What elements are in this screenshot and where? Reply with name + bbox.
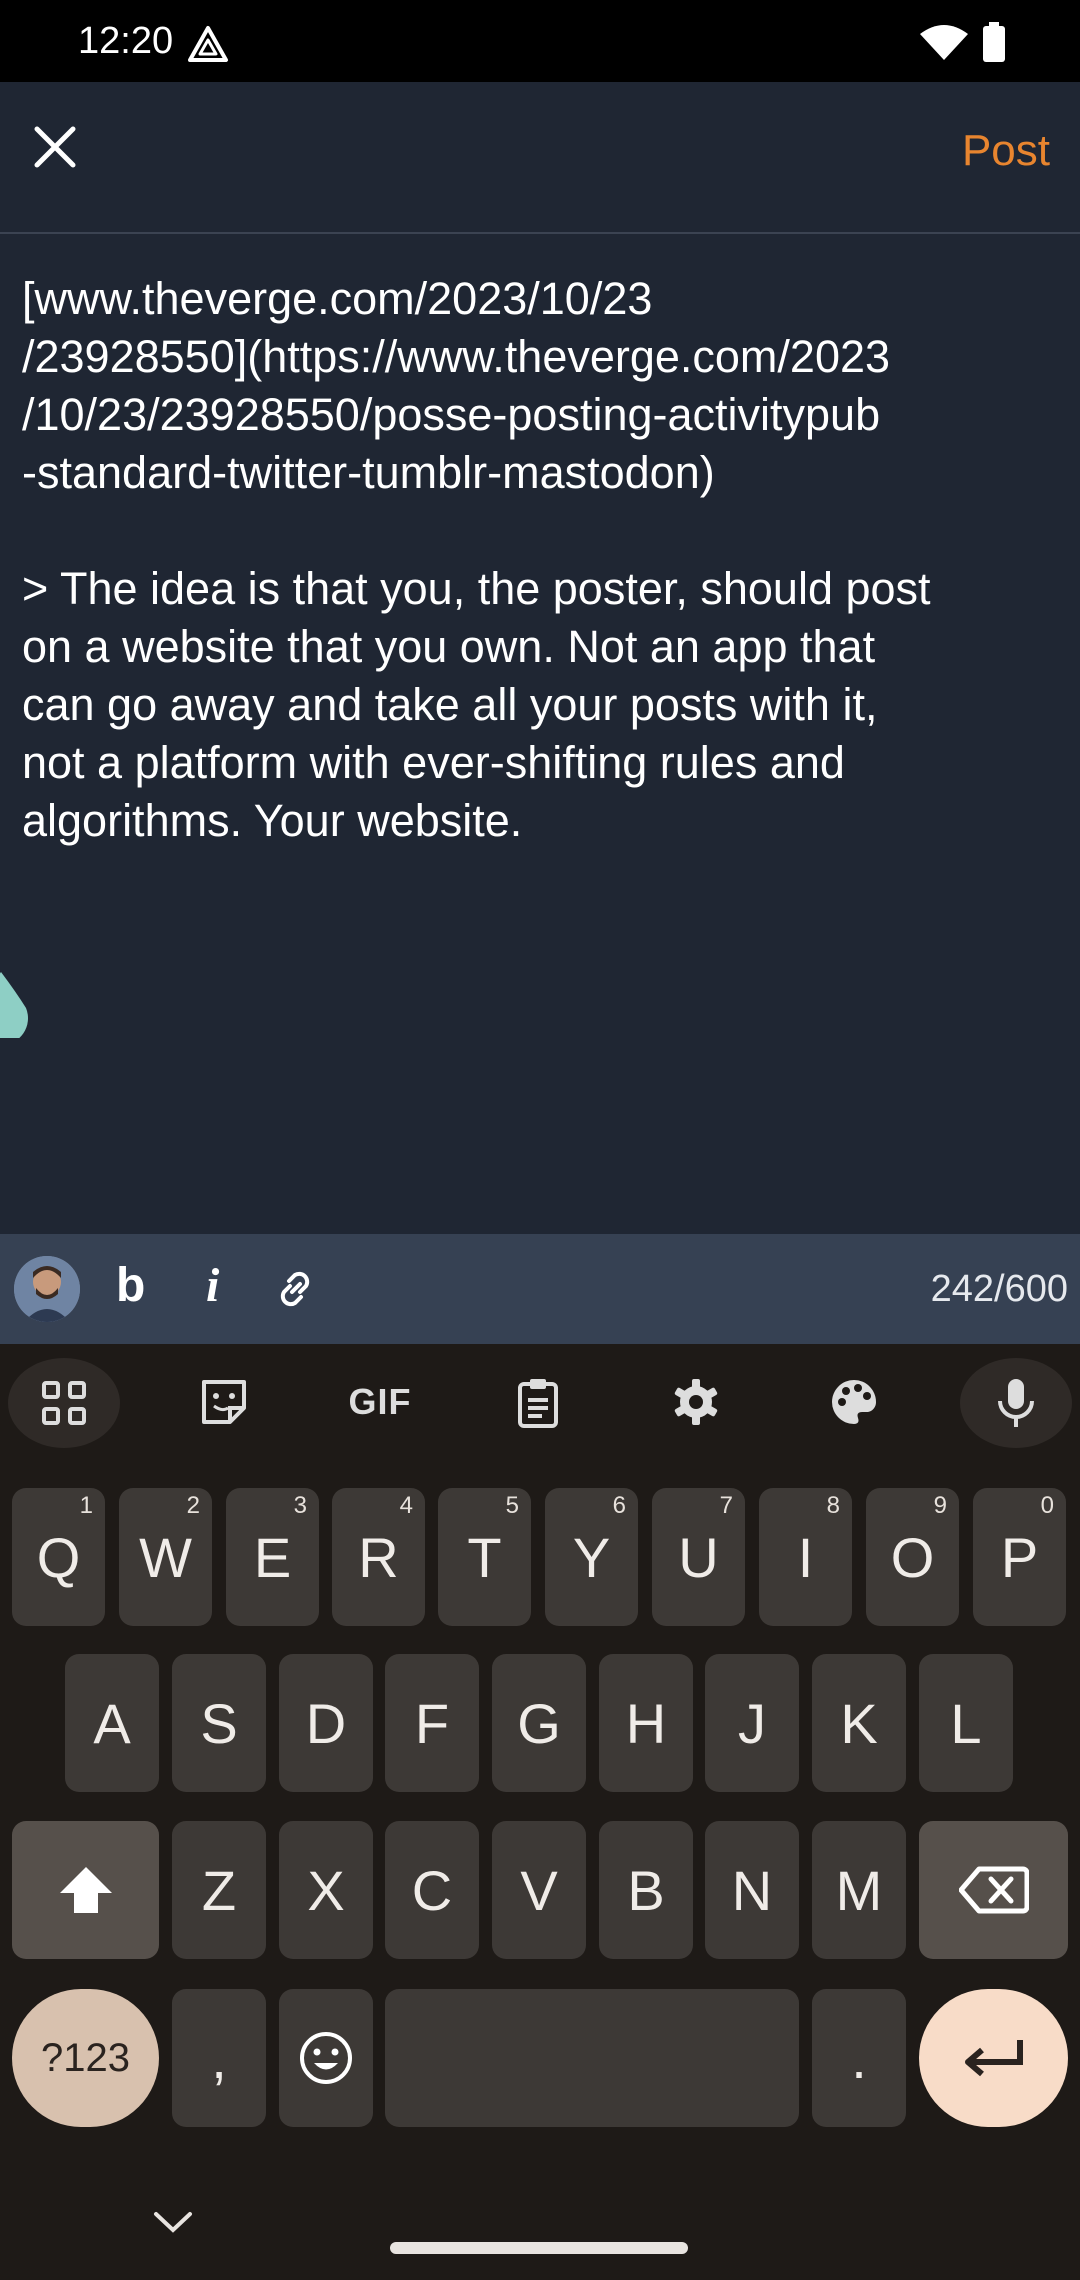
shift-key[interactable] <box>12 1821 159 1959</box>
key-p[interactable]: P0 <box>973 1488 1066 1626</box>
status-time: 12:20 <box>78 20 174 62</box>
key-d[interactable]: D <box>279 1654 373 1792</box>
top-app-bar: Post <box>0 82 1080 234</box>
enter-key[interactable] <box>919 1989 1068 2127</box>
avatar[interactable] <box>14 1256 80 1322</box>
post-button[interactable]: Post <box>962 126 1050 176</box>
apps-grid-button[interactable] <box>8 1358 120 1448</box>
backspace-key[interactable] <box>919 1821 1068 1959</box>
character-count: 242/600 <box>930 1268 1068 1310</box>
bold-button[interactable]: b <box>116 1258 145 1313</box>
enter-icon <box>964 2040 1023 2077</box>
hide-keyboard-chevron-icon[interactable] <box>150 2206 196 2236</box>
settings-icon <box>674 1379 718 1425</box>
key-v[interactable]: V <box>492 1821 586 1959</box>
key-r[interactable]: R4 <box>332 1488 425 1626</box>
symbols-key[interactable]: ?123 <box>12 1989 159 2127</box>
status-bar: 12:20 <box>0 0 1080 82</box>
theme-button[interactable] <box>798 1358 910 1446</box>
key-z[interactable]: Z <box>172 1821 266 1959</box>
key-s[interactable]: S <box>172 1654 266 1792</box>
key-b[interactable]: B <box>599 1821 693 1959</box>
key-k[interactable]: K <box>812 1654 906 1792</box>
avatar-image <box>14 1256 80 1322</box>
clipboard-button[interactable] <box>482 1358 594 1446</box>
cursor-handle-icon[interactable] <box>0 968 54 1038</box>
comma-key[interactable]: , <box>172 1989 266 2127</box>
key-g[interactable]: G <box>492 1654 586 1792</box>
backspace-icon <box>958 1866 1029 1914</box>
key-f[interactable]: F <box>385 1654 479 1792</box>
microphone-icon <box>998 1379 1034 1427</box>
key-q[interactable]: Q1 <box>12 1488 105 1626</box>
clipboard-icon <box>518 1379 558 1428</box>
apps-grid-icon <box>42 1381 86 1425</box>
home-gesture-bar[interactable] <box>390 2242 688 2254</box>
key-c[interactable]: C <box>385 1821 479 1959</box>
keyboard-toolbar: GIF <box>0 1344 1080 1462</box>
key-w[interactable]: W2 <box>119 1488 212 1626</box>
key-h[interactable]: H <box>599 1654 693 1792</box>
wifi-icon <box>920 25 968 60</box>
key-a[interactable]: A <box>65 1654 159 1792</box>
key-y[interactable]: Y6 <box>545 1488 638 1626</box>
key-n[interactable]: N <box>705 1821 799 1959</box>
key-l[interactable]: L <box>919 1654 1013 1792</box>
formatting-toolbar: b i 242/600 <box>0 1234 1080 1344</box>
link-icon[interactable] <box>270 1264 320 1314</box>
gif-button[interactable]: GIF <box>324 1358 436 1446</box>
close-button[interactable] <box>20 112 90 182</box>
triangle-app-icon <box>188 26 228 62</box>
gif-icon: GIF <box>348 1381 412 1422</box>
sticker-icon <box>202 1380 246 1424</box>
key-i[interactable]: I8 <box>759 1488 852 1626</box>
sticker-button[interactable] <box>168 1358 280 1446</box>
emoji-icon <box>300 2032 352 2084</box>
key-j[interactable]: J <box>705 1654 799 1792</box>
settings-button[interactable] <box>640 1358 752 1446</box>
post-text-editor[interactable]: [www.theverge.com/2023/10/23 /23928550](… <box>22 270 1062 850</box>
key-m[interactable]: M <box>812 1821 906 1959</box>
close-icon <box>34 126 76 168</box>
key-o[interactable]: O9 <box>866 1488 959 1626</box>
voice-input-button[interactable] <box>960 1358 1072 1448</box>
soft-keyboard: GIF Q 1 W 2 E 3 R 4 T 5 Y 6 U 7 I 8 O 9 … <box>0 1344 1080 2280</box>
palette-icon <box>832 1380 877 1424</box>
italic-button[interactable]: i <box>206 1258 219 1313</box>
period-key[interactable]: . <box>812 1989 906 2127</box>
battery-icon <box>983 22 1005 62</box>
key-e[interactable]: E3 <box>226 1488 319 1626</box>
key-u[interactable]: U7 <box>652 1488 745 1626</box>
key-x[interactable]: X <box>279 1821 373 1959</box>
shift-icon <box>59 1867 112 1913</box>
emoji-key[interactable] <box>279 1989 373 2127</box>
space-key[interactable] <box>385 1989 799 2127</box>
key-t[interactable]: T5 <box>438 1488 531 1626</box>
